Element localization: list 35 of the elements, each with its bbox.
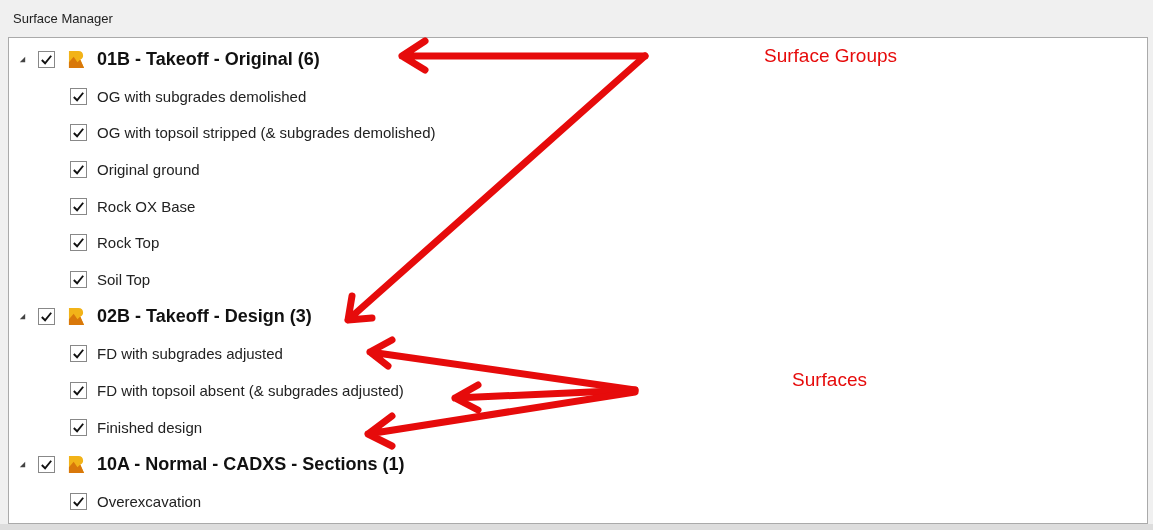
surface-label[interactable]: Overexcavation — [97, 493, 202, 511]
surface-label[interactable]: FD with topsoil absent (& subgrades adjusted) — [97, 381, 404, 399]
surface-group-icon — [68, 307, 85, 327]
checkbox[interactable] — [70, 493, 87, 511]
checkbox[interactable] — [38, 308, 55, 326]
surface-label[interactable]: FD with subgrades adjusted — [97, 345, 283, 363]
checkbox[interactable] — [70, 87, 87, 105]
surface-label[interactable]: Rock OX Base — [97, 197, 196, 215]
annotation-label: Surfaces — [792, 369, 867, 391]
checkbox[interactable] — [70, 234, 87, 252]
checkbox[interactable] — [70, 381, 87, 399]
expander-icon[interactable] — [18, 459, 27, 469]
surface-label[interactable]: Finished design — [97, 418, 203, 436]
surface-label[interactable]: OG with topsoil stripped (& subgrades demolished) — [97, 124, 436, 142]
surface-group-icon — [68, 49, 85, 69]
annotation-label: Surface Groups — [764, 45, 898, 67]
checkbox[interactable] — [70, 197, 87, 215]
group-label[interactable]: 10A - Normal - CADXS - Sections (1) — [97, 453, 405, 475]
surface-label[interactable]: OG with subgrades demolished — [97, 87, 307, 105]
group-label[interactable]: 02B - Takeoff - Design (3) — [97, 306, 312, 328]
group-label[interactable]: 01B - Takeoff - Original (6) — [97, 48, 320, 70]
checkbox[interactable] — [38, 50, 55, 68]
panel-title: Surface Manager — [12, 10, 114, 28]
checkbox[interactable] — [70, 418, 87, 436]
surface-label[interactable]: Soil Top — [97, 270, 151, 288]
surface-label[interactable]: Rock Top — [97, 234, 160, 252]
checkbox[interactable] — [70, 161, 87, 178]
surface-group-icon — [68, 454, 85, 474]
checkbox[interactable] — [38, 455, 55, 473]
checkbox[interactable] — [70, 345, 87, 363]
surface-label[interactable]: Original ground — [97, 161, 200, 178]
expander-icon[interactable] — [18, 312, 27, 322]
expander-icon[interactable] — [18, 54, 27, 64]
checkbox[interactable] — [70, 124, 87, 142]
checkbox[interactable] — [70, 270, 87, 288]
